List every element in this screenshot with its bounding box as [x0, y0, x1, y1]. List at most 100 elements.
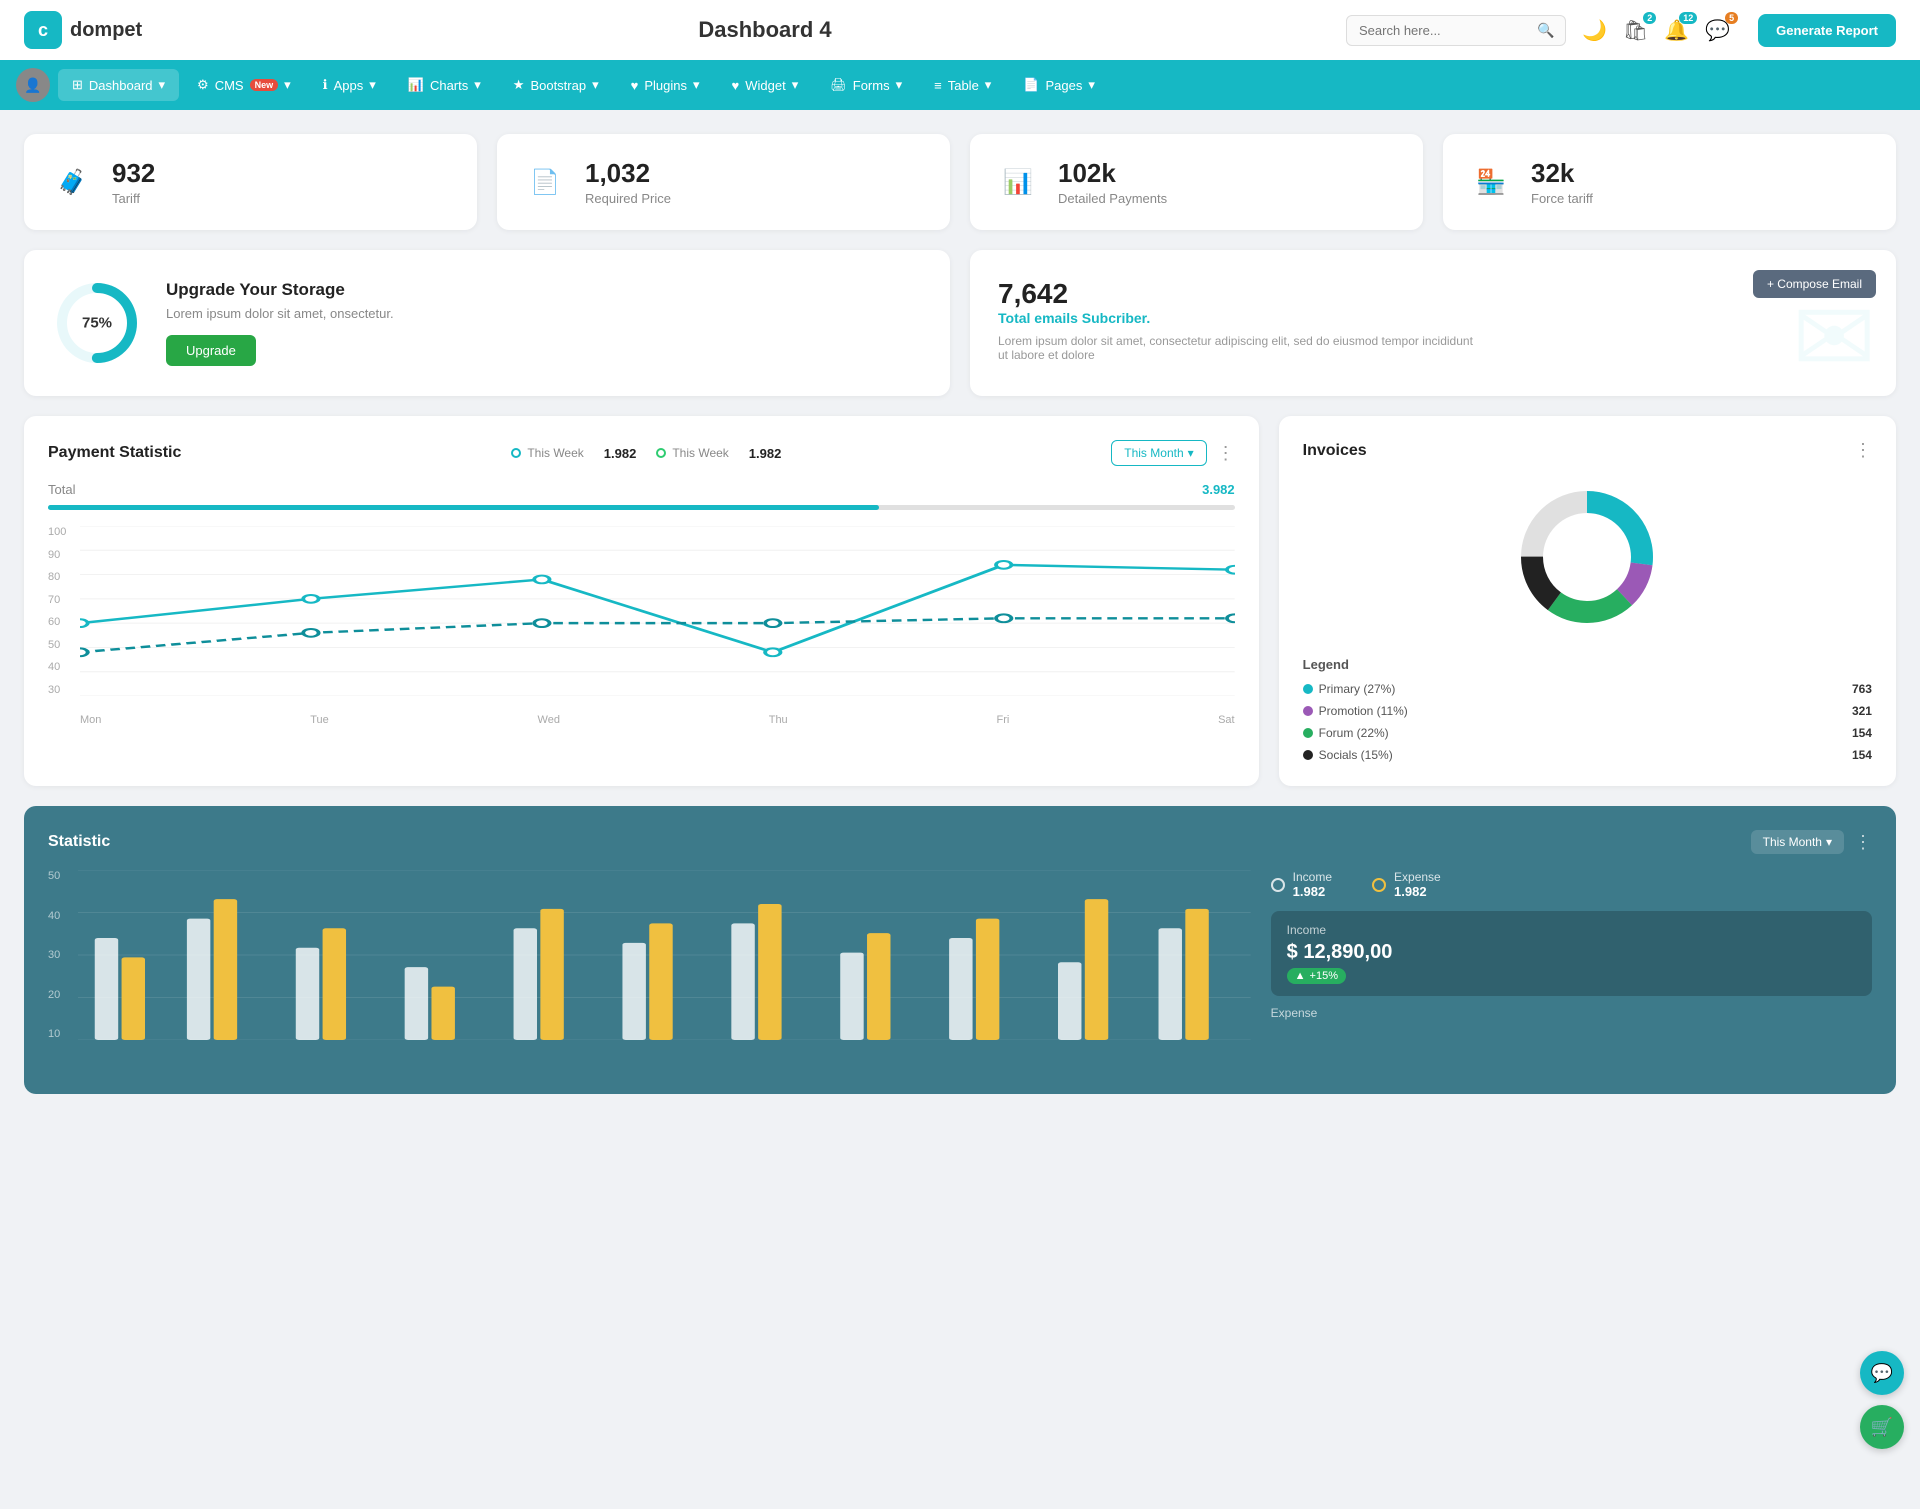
bar-chart-container: 50 40 30 20 10 [48, 870, 1251, 1070]
support-fab[interactable]: 💬 [1860, 1351, 1904, 1395]
detailed-payments-icon: 📊 [994, 158, 1042, 206]
income-label: Income [1293, 870, 1332, 884]
nav-label-charts: Charts [430, 78, 468, 93]
payment-chart-header: Payment Statistic This Week 1.982 This W… [48, 440, 1235, 466]
income-badge: ▲ +15% [1287, 968, 1346, 984]
chart-row: Payment Statistic This Week 1.982 This W… [24, 416, 1896, 786]
total-row: Total 3.982 [48, 482, 1235, 497]
dashboard-icon: ⊞ [72, 77, 83, 93]
nav-label-dashboard: Dashboard [89, 78, 153, 93]
nav-item-table[interactable]: ≡ Table ▾ [920, 69, 1005, 101]
chat-badge: 5 [1725, 12, 1738, 24]
x-axis: Mon Tue Wed Thu Fri Sat [80, 714, 1235, 726]
income-expense-row: Income 1.982 Expense 1.982 [1271, 870, 1872, 899]
legend-this-week-1: This Week [511, 446, 583, 460]
nav-item-cms[interactable]: ⚙ CMS New ▾ [183, 69, 305, 101]
legend-color-forum [1303, 728, 1313, 738]
cart-fab[interactable]: 🛒 [1860, 1405, 1904, 1449]
legend-num-promotion: 321 [1852, 704, 1872, 718]
tariff-icon: 🧳 [48, 158, 96, 206]
this-month-filter-button[interactable]: This Month ▾ [1111, 440, 1206, 466]
tariff-value: 932 [112, 158, 155, 189]
income-box-label: Income [1287, 923, 1856, 937]
nav-label-apps: Apps [334, 78, 364, 93]
nav-chevron-apps: ▾ [369, 77, 376, 93]
statistic-more-options[interactable]: ⋮ [1854, 832, 1872, 853]
nav-item-plugins[interactable]: ♥ Plugins ▾ [617, 69, 714, 101]
invoices-title: Invoices [1303, 442, 1367, 460]
detailed-payments-value: 102k [1058, 158, 1167, 189]
nav-item-bootstrap[interactable]: ★ Bootstrap ▾ [499, 69, 613, 101]
topbar: c dompet Dashboard 4 🔍 🌙 🛍 2 🔔 12 💬 5 Ge… [0, 0, 1920, 60]
pages-icon: 📄 [1023, 77, 1039, 93]
storage-percent: 75% [82, 315, 112, 332]
statistic-header: Statistic This Month ▾ ⋮ [48, 830, 1872, 854]
legend-dot-teal [656, 448, 666, 458]
logo: c dompet [24, 11, 184, 49]
legend-num-socials: 154 [1852, 748, 1872, 762]
moon-icon: 🌙 [1582, 20, 1607, 42]
table-icon: ≡ [934, 78, 942, 93]
plugins-icon: ♥ [631, 78, 639, 93]
chat-icon: 💬 [1705, 20, 1730, 42]
theme-toggle[interactable]: 🌙 [1582, 18, 1607, 43]
statistic-inner: 50 40 30 20 10 [48, 870, 1872, 1070]
search-bar[interactable]: 🔍 [1346, 15, 1566, 46]
expense-section-label: Expense [1271, 1006, 1872, 1020]
nav-avatar: 👤 [16, 68, 50, 102]
nav-label-table: Table [948, 78, 979, 93]
nav-chevron-bootstrap: ▾ [592, 77, 599, 93]
storage-info: Upgrade Your Storage Lorem ipsum dolor s… [166, 280, 394, 366]
cms-icon: ⚙ [197, 77, 209, 93]
invoices-legend-title: Legend [1303, 657, 1872, 672]
nav-chevron-widget: ▾ [792, 77, 799, 93]
middle-row: 75% Upgrade Your Storage Lorem ipsum dol… [24, 250, 1896, 396]
search-icon[interactable]: 🔍 [1537, 22, 1554, 39]
legend-color-promotion [1303, 706, 1313, 716]
income-dot [1271, 878, 1285, 892]
chat-icon-btn[interactable]: 💬 5 [1705, 18, 1730, 43]
statistic-title: Statistic [48, 833, 110, 851]
widget-icon: ♥ [732, 78, 740, 93]
shop-icon-btn[interactable]: 🛍 2 [1623, 18, 1648, 43]
legend-label-2: This Week [672, 446, 728, 460]
statistic-month-filter[interactable]: This Month ▾ [1751, 830, 1844, 854]
nav-item-apps[interactable]: ℹ Apps ▾ [309, 69, 390, 101]
tariff-label: Tariff [112, 191, 155, 206]
income-info: Income 1.982 [1293, 870, 1332, 899]
legend-label-primary: Primary (27%) [1303, 682, 1396, 696]
force-tariff-value: 32k [1531, 158, 1593, 189]
legend-label-promotion: Promotion (11%) [1303, 704, 1408, 718]
chart-svg-area [80, 526, 1235, 696]
nav-item-dashboard[interactable]: ⊞ Dashboard ▾ [58, 69, 179, 101]
nav-label-cms: CMS [215, 78, 244, 93]
invoices-legend-list: Primary (27%) 763 Promotion (11%) 321 Fo… [1303, 682, 1872, 762]
storage-title: Upgrade Your Storage [166, 280, 394, 300]
email-card: + Compose Email 7,642 Total emails Subcr… [970, 250, 1896, 396]
nav-item-widget[interactable]: ♥ Widget ▾ [718, 69, 813, 101]
nav-item-forms[interactable]: 🖨 Forms ▾ [816, 69, 916, 101]
search-input[interactable] [1359, 23, 1529, 38]
detailed-payments-label: Detailed Payments [1058, 191, 1167, 206]
nav-chevron-forms: ▾ [896, 77, 903, 93]
bell-icon-btn[interactable]: 🔔 12 [1664, 18, 1689, 43]
payment-statistic-card: Payment Statistic This Week 1.982 This W… [24, 416, 1259, 786]
income-value: 1.982 [1293, 884, 1332, 899]
invoices-header: Invoices ⋮ [1303, 440, 1872, 461]
legend-value-1: 1.982 [604, 446, 637, 461]
invoices-more-options[interactable]: ⋮ [1854, 440, 1872, 461]
income-item: Income 1.982 [1271, 870, 1332, 899]
nav-item-pages[interactable]: 📄 Pages ▾ [1009, 69, 1109, 101]
upgrade-button[interactable]: Upgrade [166, 335, 256, 366]
more-options-icon[interactable]: ⋮ [1217, 443, 1235, 464]
legend-this-week-2: This Week [656, 446, 728, 460]
nav-chevron-plugins: ▾ [693, 77, 700, 93]
cart-icon: 🛒 [1871, 1417, 1893, 1438]
legend-row-socials: Socials (15%) 154 [1303, 748, 1872, 762]
y-axis: 100 90 80 70 60 50 40 30 [48, 526, 66, 696]
nav-chevron-pages: ▾ [1088, 77, 1095, 93]
income-box-value: $ 12,890,00 [1287, 941, 1856, 964]
generate-report-button[interactable]: Generate Report [1758, 14, 1896, 47]
required-price-info: 1,032 Required Price [585, 158, 671, 206]
nav-item-charts[interactable]: 📊 Charts ▾ [394, 69, 495, 101]
